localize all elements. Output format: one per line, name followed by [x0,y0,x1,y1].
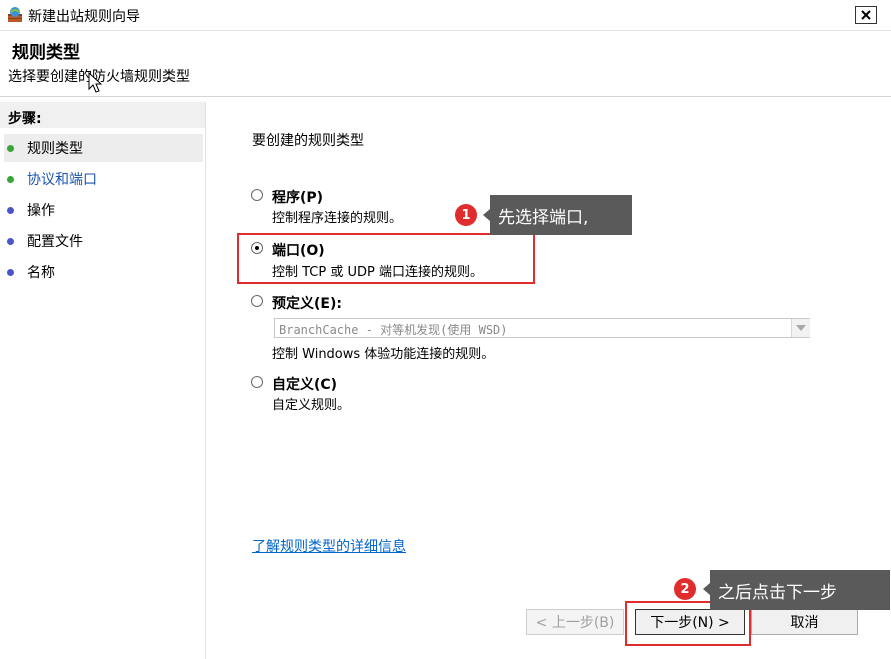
step-label: 配置文件 [27,234,83,250]
predefined-option-description: 控制 Windows 体验功能连接的规则。 [272,347,495,362]
learn-more-link[interactable]: 了解规则类型的详细信息 [252,536,406,556]
callout-2-pointer [703,583,710,595]
step-label: 协议和端口 [27,172,97,188]
step-label: 操作 [27,203,55,219]
page-title: 规则类型 [12,43,80,63]
step-action[interactable]: 操作 [4,196,203,224]
mouse-cursor-icon [88,71,104,94]
chevron-down-icon[interactable] [791,319,810,337]
program-option-label[interactable]: 程序(P) [272,187,323,207]
step-name[interactable]: 名称 [4,258,203,286]
step-status-icon [7,144,14,152]
close-button[interactable] [855,6,877,24]
header-divider [0,96,891,97]
step-status-icon [7,237,14,245]
predefined-select-value: BranchCache - 对等机发现(使用 WSD) [279,323,508,337]
callout-2-badge: 2 [674,578,696,600]
back-button[interactable]: < 上一步(B) [526,609,624,635]
custom-option-label[interactable]: 自定义(C) [272,374,337,394]
step-protocol-ports[interactable]: 协议和端口 [4,165,203,193]
step-status-icon [7,268,14,276]
callout-1-badge: 1 [455,204,477,226]
port-option-highlight [237,233,535,284]
step-label: 名称 [27,265,55,281]
custom-option-description: 自定义规则。 [272,398,351,413]
steps-heading: 步骤: [8,111,42,127]
predefined-radio[interactable] [251,295,263,307]
predefined-option-label[interactable]: 预定义(E): [272,293,342,313]
step-rule-type[interactable]: 规则类型 [4,134,203,162]
step-status-icon [7,175,14,183]
callout-1-pointer [483,209,490,221]
firewall-wizard-icon [6,6,24,24]
callout-2-text: 之后点击下一步 [710,570,890,610]
program-radio[interactable] [251,189,263,201]
step-status-icon [7,206,14,214]
callout-1-text: 先选择端口, [490,195,632,235]
close-icon [861,10,871,20]
cancel-button[interactable]: 取消 [751,609,858,635]
custom-radio[interactable] [251,376,263,388]
step-profile[interactable]: 配置文件 [4,227,203,255]
program-option-description: 控制程序连接的规则。 [272,211,403,226]
rule-type-heading: 要创建的规则类型 [252,133,364,149]
step-label: 规则类型 [27,141,83,157]
window-title: 新建出站规则向导 [28,9,140,25]
